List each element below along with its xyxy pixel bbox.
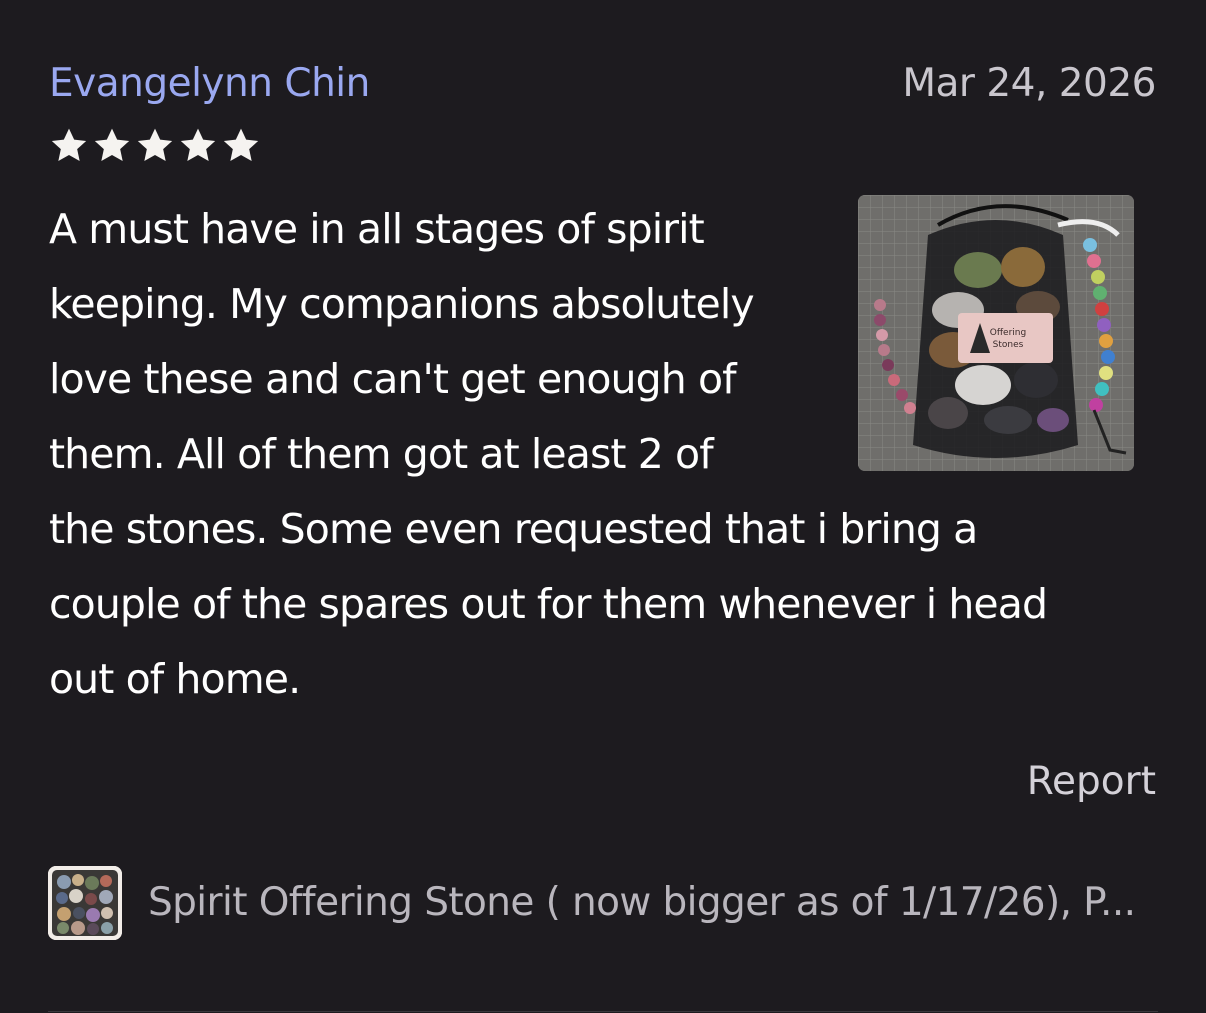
product-link[interactable]: Spirit Offering Stone ( now bigger as of… [48, 866, 1158, 940]
product-title[interactable]: Spirit Offering Stone ( now bigger as of… [148, 878, 1148, 928]
photo-label-text: Stones [993, 340, 1024, 350]
review-card: Evangelynn Chin Mar 24, 2026 A must have… [0, 0, 1206, 1013]
star-rating [48, 126, 262, 166]
review-text-line: the stones. Some even requested that i b… [49, 505, 978, 553]
star-icon [94, 128, 130, 161]
review-photo-image: Offering Stones [858, 195, 1134, 471]
report-link[interactable]: Report [1027, 758, 1156, 806]
star-icon [51, 128, 87, 161]
photo-label-text: Offering [990, 328, 1026, 338]
product-thumbnail-image [48, 866, 122, 940]
divider [48, 1011, 1158, 1012]
reviewer-name[interactable]: Evangelynn Chin [49, 60, 370, 108]
review-text-line: couple of the spares out for them whenev… [49, 580, 1048, 628]
review-text-line: out of home. [49, 655, 301, 703]
star-icon [137, 128, 173, 161]
star-icon [180, 128, 216, 161]
product-thumbnail[interactable] [48, 866, 122, 940]
star-icon [223, 128, 259, 161]
review-date: Mar 24, 2026 [902, 61, 1156, 106]
review-photo[interactable]: Offering Stones [858, 195, 1134, 471]
